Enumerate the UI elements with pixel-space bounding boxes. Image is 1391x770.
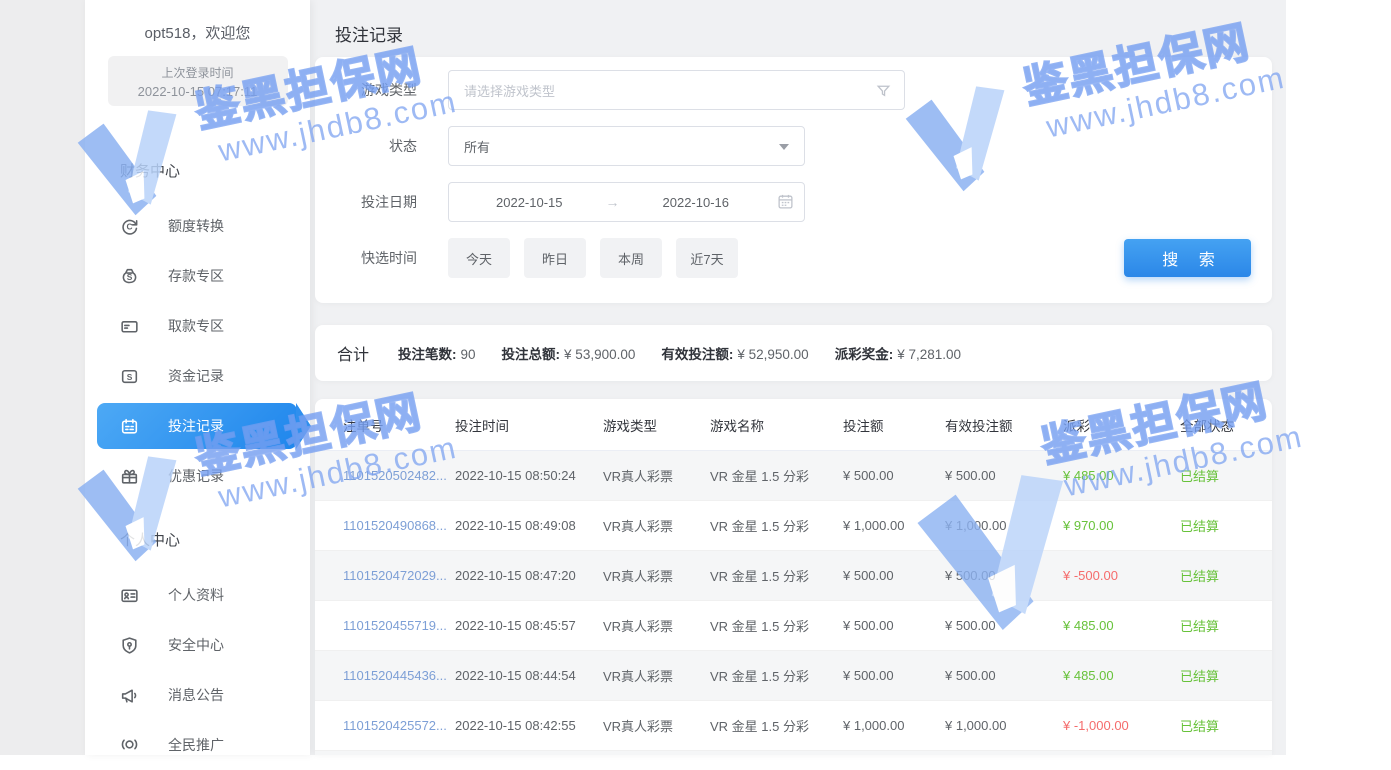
left-gutter [0, 0, 85, 755]
sidebar-item-referral[interactable]: 全民推广 [85, 720, 310, 770]
section-title-personal: 个人中心 [120, 529, 310, 550]
gift-icon [118, 465, 140, 487]
svg-text:C: C [126, 221, 132, 231]
banknote-icon: S [118, 365, 140, 387]
quick-time-label: 快选时间 [315, 248, 417, 268]
sidebar-item-promo-record[interactable]: 优惠记录 [85, 451, 310, 501]
filter-panel: 游戏类型 请选择游戏类型 状态 所有 投注日期 2022-10-15 → 202… [315, 57, 1272, 303]
order-id-link[interactable]: 1101520445436... [343, 668, 455, 683]
date-start-input[interactable]: 2022-10-15 [459, 195, 600, 210]
welcome-text: opt518，欢迎您 [85, 22, 310, 43]
filter-funnel-icon [876, 83, 891, 101]
quick-this-week-button[interactable]: 本周 [600, 238, 662, 278]
table-header: 注单号 投注时间 游戏类型 游戏名称 投注额 有效投注额 派彩 全部状态 [315, 399, 1272, 451]
date-range-picker[interactable]: 2022-10-15 → 2022-10-16 [448, 182, 805, 222]
id-card-icon [118, 584, 140, 606]
table-row: 1101520425572... 2022-10-15 08:42:55 VR真… [315, 701, 1272, 751]
summary-bet-count: 投注笔数:90 [398, 343, 476, 363]
summary-bar: 合计 投注笔数:90 投注总额:¥ 53,900.00 有效投注额:¥ 52,9… [315, 325, 1272, 381]
last-login-label: 上次登录时间 [108, 64, 288, 81]
page-title: 投注记录 [335, 21, 403, 46]
sidebar-item-profile[interactable]: 个人资料 [85, 570, 310, 620]
status-select[interactable]: 所有 [448, 126, 805, 166]
sidebar: opt518，欢迎您 上次登录时间 2022-10-15 07:17:11 财务… [85, 0, 310, 755]
status-badge: 已结算 [1180, 566, 1272, 585]
bank-card-icon [118, 315, 140, 337]
next-row-sliver [315, 751, 1272, 755]
table-row: 1101520490868... 2022-10-15 08:49:08 VR真… [315, 501, 1272, 551]
status-badge: 已结算 [1180, 466, 1272, 485]
svg-text:S: S [126, 371, 132, 381]
table-row: 1101520455719... 2022-10-15 08:45:57 VR真… [315, 601, 1272, 651]
date-end-input[interactable]: 2022-10-16 [626, 195, 767, 210]
status-badge: 已结算 [1180, 616, 1272, 635]
right-gutter [1286, 0, 1391, 755]
transfer-icon: C [118, 215, 140, 237]
shield-icon [118, 634, 140, 656]
last-login-box: 上次登录时间 2022-10-15 07:17:11 [108, 56, 288, 106]
order-id-link[interactable]: 1101520490868... [343, 518, 455, 533]
quick-last7days-button[interactable]: 近7天 [676, 238, 738, 278]
order-id-link[interactable]: 1101520472029... [343, 568, 455, 583]
sidebar-item-withdraw[interactable]: 取款专区 [85, 301, 310, 351]
status-badge: 已结算 [1180, 516, 1272, 535]
section-title-finance: 财务中心 [120, 160, 310, 181]
finance-menu: C 额度转换 S 存款专区 取款专区 S 资金记录 投注记录 [85, 201, 310, 501]
sidebar-item-quota-transfer[interactable]: C 额度转换 [85, 201, 310, 251]
chevron-down-icon [779, 144, 789, 150]
game-type-select[interactable]: 请选择游戏类型 [448, 70, 905, 110]
calendar-icon [777, 193, 794, 215]
personal-menu: 个人资料 安全中心 消息公告 全民推广 [85, 570, 310, 770]
money-bag-icon: S [118, 265, 140, 287]
summary-bet-total: 投注总额:¥ 53,900.00 [502, 343, 636, 363]
status-badge: 已结算 [1180, 666, 1272, 685]
sidebar-item-bet-record[interactable]: 投注记录 [97, 403, 297, 449]
bet-records-table: 注单号 投注时间 游戏类型 游戏名称 投注额 有效投注额 派彩 全部状态 110… [315, 399, 1272, 755]
sidebar-item-announcements[interactable]: 消息公告 [85, 670, 310, 720]
quick-yesterday-button[interactable]: 昨日 [524, 238, 586, 278]
megaphone-icon [118, 684, 140, 706]
bet-date-label: 投注日期 [315, 192, 417, 212]
table-row: 1101520472029... 2022-10-15 08:47:20 VR真… [315, 551, 1272, 601]
date-range-arrow-icon: → [600, 194, 626, 210]
quick-today-button[interactable]: 今天 [448, 238, 510, 278]
game-type-label: 游戏类型 [315, 80, 417, 100]
search-button[interactable]: 搜 索 [1124, 239, 1251, 277]
status-label: 状态 [315, 136, 417, 156]
order-id-link[interactable]: 1101520425572... [343, 718, 455, 733]
summary-valid-bet: 有效投注额:¥ 52,950.00 [661, 343, 808, 363]
summary-payout-bonus: 派彩奖金:¥ 7,281.00 [835, 343, 961, 363]
table-row: 1101520502482... 2022-10-15 08:50:24 VR真… [315, 451, 1272, 501]
sidebar-item-deposit[interactable]: S 存款专区 [85, 251, 310, 301]
summary-total-label: 合计 [337, 341, 369, 365]
people-icon [118, 734, 140, 756]
bet-record-icon [118, 415, 140, 437]
order-id-link[interactable]: 1101520455719... [343, 618, 455, 633]
svg-text:S: S [126, 272, 132, 282]
table-row: 1101520445436... 2022-10-15 08:44:54 VR真… [315, 651, 1272, 701]
sidebar-item-funds-record[interactable]: S 资金记录 [85, 351, 310, 401]
order-id-link[interactable]: 1101520502482... [343, 468, 455, 483]
sidebar-item-security[interactable]: 安全中心 [85, 620, 310, 670]
last-login-time: 2022-10-15 07:17:11 [108, 84, 288, 99]
status-badge: 已结算 [1180, 716, 1272, 735]
